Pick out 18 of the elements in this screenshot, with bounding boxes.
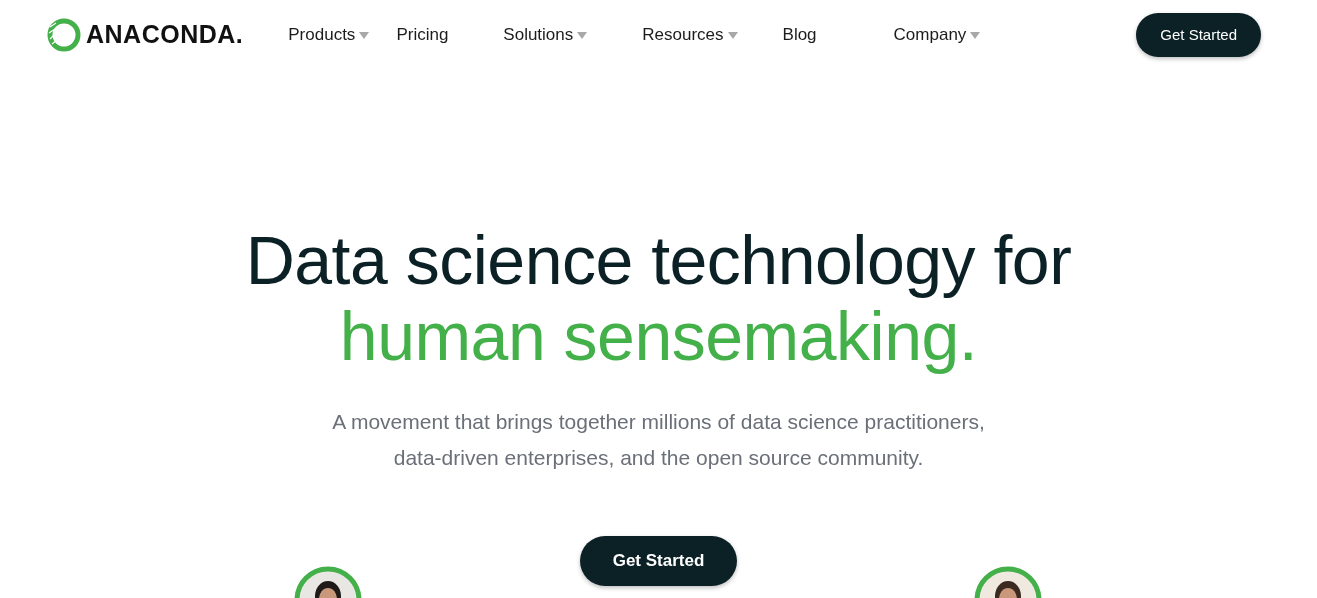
- logo-icon: [46, 17, 82, 53]
- nav-link[interactable]: Blog: [782, 22, 817, 48]
- hero-subtitle: data-driven enterprises, and the open source community.: [392, 445, 925, 471]
- hero-title: Data science technology for: [244, 222, 1073, 298]
- caret-icon: [970, 31, 981, 39]
- logo-wordmark[interactable]: ANACONDA.: [86, 16, 244, 54]
- caret-icon: [359, 31, 370, 39]
- hero-title-highlight: human sensemaking.: [338, 298, 979, 374]
- nav-link[interactable]: Solutions: [503, 22, 588, 48]
- get-started-button[interactable]: Get Started: [579, 536, 738, 586]
- nav-link[interactable]: Products: [288, 22, 370, 48]
- nav-link[interactable]: Resources: [642, 22, 738, 48]
- nav-link[interactable]: Pricing: [396, 22, 449, 48]
- get-started-button[interactable]: Get Started: [1136, 12, 1261, 58]
- nav-link[interactable]: Company: [893, 22, 981, 48]
- hero-subtitle: A movement that brings together millions of data science practitioners,: [331, 409, 986, 435]
- caret-icon: [727, 31, 738, 39]
- caret-icon: [577, 31, 588, 39]
